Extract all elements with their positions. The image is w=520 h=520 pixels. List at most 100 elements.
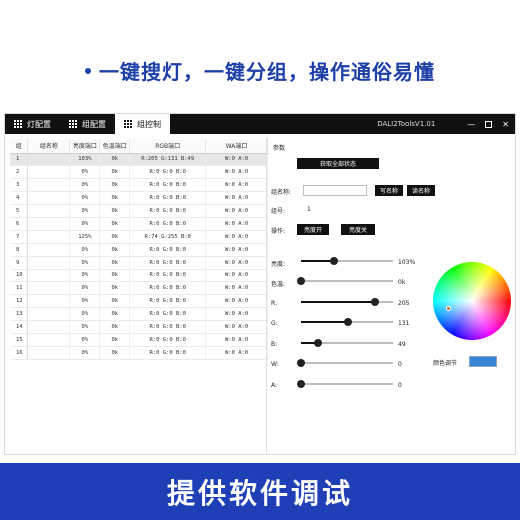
cell-name [27, 178, 71, 193]
cell-brightness: 0% [69, 256, 101, 270]
cell-rgb: R:0 G:0 B:0 [129, 191, 207, 206]
slider-track[interactable] [301, 362, 393, 364]
maximize-icon[interactable] [485, 120, 493, 128]
cell-colortemp: 0k [99, 217, 131, 231]
table-row[interactable]: 3 0% 0k R:0 G:0 B:0 W:0 A:0 [10, 178, 268, 193]
read-name-button[interactable]: 读名称 [407, 185, 435, 196]
minimize-icon[interactable]: — [467, 120, 475, 129]
table-row[interactable]: 5 0% 0k R:0 G:0 B:0 W:0 A:0 [10, 204, 268, 218]
tab-light-config[interactable]: 灯配置 [5, 114, 60, 134]
col-header-rgb[interactable]: RGB端口 [129, 139, 207, 154]
cell-colortemp: 0k [99, 243, 131, 257]
color-picker-marker[interactable] [446, 306, 451, 311]
window-controls: — ✕ [467, 120, 509, 129]
slider-thumb[interactable] [343, 318, 352, 326]
tab-group-control[interactable]: 组控制 [115, 114, 170, 134]
color-swatch[interactable] [469, 356, 497, 367]
col-header-name[interactable]: 组名称 [27, 139, 71, 154]
cell-rgb: R:74 G:255 B:0 [129, 230, 207, 244]
write-name-button[interactable]: 写名称 [375, 185, 403, 196]
group-name-field[interactable] [303, 185, 367, 196]
table-row[interactable]: 13 0% 0k R:0 G:0 B:0 W:0 A:0 [10, 307, 268, 322]
cell-wa: W:0 A:0 [205, 256, 268, 270]
cell-group: 6 [10, 217, 29, 231]
get-all-status-button[interactable]: 获取全部状态 [297, 158, 379, 169]
slider-brightness[interactable] [301, 256, 393, 266]
cell-name [27, 333, 71, 347]
table-row[interactable]: 15 0% 0k R:0 G:0 B:0 W:0 A:0 [10, 333, 268, 347]
table-row[interactable]: 11 0% 0k R:0 G:0 B:0 W:0 A:0 [10, 281, 268, 296]
panel-title: 参数 [273, 145, 286, 152]
cell-wa: W:0 A:0 [205, 281, 268, 296]
col-header-colortemp[interactable]: 色温端口 [99, 139, 131, 154]
window-title: DALI2ToolsV1.01 [377, 120, 436, 128]
table-row[interactable]: 16 0% 0k R:0 G:0 B:0 W:0 A:0 [10, 346, 268, 360]
table-body: 1 103% 0k R:205 G:131 B:49 W:0 A:0 2 0% 0k R:0 G… [10, 153, 268, 360]
cell-name [27, 217, 71, 231]
table-row[interactable]: 6 0% 0k R:0 G:0 B:0 W:0 A:0 [10, 217, 268, 231]
brightness-on-button[interactable]: 亮度开 [297, 224, 329, 235]
bottom-banner: 提供软件调试 [0, 463, 520, 520]
table-row[interactable]: 2 0% 0k R:0 G:0 B:0 W:0 A:0 [10, 165, 268, 180]
cell-rgb: R:0 G:0 B:0 [129, 281, 207, 296]
slider-thumb[interactable] [330, 257, 339, 265]
slider-a[interactable] [297, 379, 393, 389]
cell-group: 11 [10, 281, 29, 296]
cell-colortemp: 0k [99, 204, 131, 218]
slider-r[interactable] [301, 297, 393, 307]
slider-thumb[interactable] [370, 298, 379, 306]
table-row[interactable]: 8 0% 0k R:0 G:0 B:0 W:0 A:0 [10, 243, 268, 257]
slider-fill [301, 321, 348, 323]
cell-wa: W:0 A:0 [205, 346, 268, 360]
slider-value-color_temp: 0k [398, 279, 406, 286]
slider-thumb[interactable] [297, 380, 305, 388]
col-header-brightness[interactable]: 亮度端口 [69, 139, 101, 154]
cell-name [27, 269, 71, 283]
brightness-off-button[interactable]: 亮度关 [341, 224, 375, 235]
table-row[interactable]: 14 0% 0k R:0 G:0 B:0 W:0 A:0 [10, 320, 268, 334]
cell-name [27, 346, 71, 360]
cell-group: 9 [10, 256, 29, 270]
slider-w[interactable] [297, 358, 393, 368]
slider-track[interactable] [301, 280, 393, 282]
slider-track[interactable] [301, 383, 393, 385]
cell-wa: W:0 A:0 [205, 294, 268, 309]
cell-wa: W:0 A:0 [205, 333, 268, 347]
slider-b[interactable] [301, 338, 393, 348]
slider-thumb[interactable] [297, 359, 305, 367]
cell-group: 5 [10, 204, 29, 218]
table-row[interactable]: 7 125% 0k R:74 G:255 B:0 W:0 A:0 [10, 230, 268, 244]
cell-wa: W:0 A:0 [205, 165, 268, 180]
cell-name [27, 230, 71, 244]
color-wheel[interactable] [433, 262, 511, 340]
table-row[interactable]: 1 103% 0k R:205 G:131 B:49 W:0 A:0 [10, 153, 268, 167]
table-row[interactable]: 10 0% 0k R:0 G:0 B:0 W:0 A:0 [10, 269, 268, 283]
cell-name [27, 153, 71, 167]
slider-thumb[interactable] [314, 339, 323, 347]
slider-color_temp[interactable] [297, 276, 393, 286]
cell-brightness: 0% [69, 243, 101, 257]
col-header-wa[interactable]: WA端口 [205, 139, 268, 154]
operation-label: 操作: [271, 228, 286, 235]
cell-rgb: R:0 G:0 B:0 [129, 256, 207, 270]
table-row[interactable]: 12 0% 0k R:0 G:0 B:0 W:0 A:0 [10, 294, 268, 309]
table-row[interactable]: 9 0% 0k R:0 G:0 B:0 W:0 A:0 [10, 256, 268, 270]
cell-brightness: 0% [69, 307, 101, 322]
slider-g[interactable] [301, 317, 393, 327]
color-adjust-label: 颜色调节 [433, 360, 458, 367]
tab-group-config[interactable]: 组配置 [60, 114, 115, 134]
slider-thumb[interactable] [297, 277, 305, 285]
cell-rgb: R:0 G:0 B:0 [129, 346, 207, 360]
cell-colortemp: 0k [99, 269, 131, 283]
cell-brightness: 0% [69, 165, 101, 180]
cell-group: 12 [10, 294, 29, 309]
cell-group: 7 [10, 230, 29, 244]
close-icon[interactable]: ✕ [502, 120, 509, 129]
cell-group: 16 [10, 346, 29, 360]
page: 一键搜灯，一键分组，操作通俗易懂 灯配置 组配置 组控制 DALI2ToolsV… [0, 0, 520, 520]
table-row[interactable]: 4 0% 0k R:0 G:0 B:0 W:0 A:0 [10, 191, 268, 206]
cell-group: 13 [10, 307, 29, 322]
cell-name [27, 204, 71, 218]
cell-colortemp: 0k [99, 178, 131, 193]
col-header-group[interactable]: 组 [10, 139, 29, 154]
